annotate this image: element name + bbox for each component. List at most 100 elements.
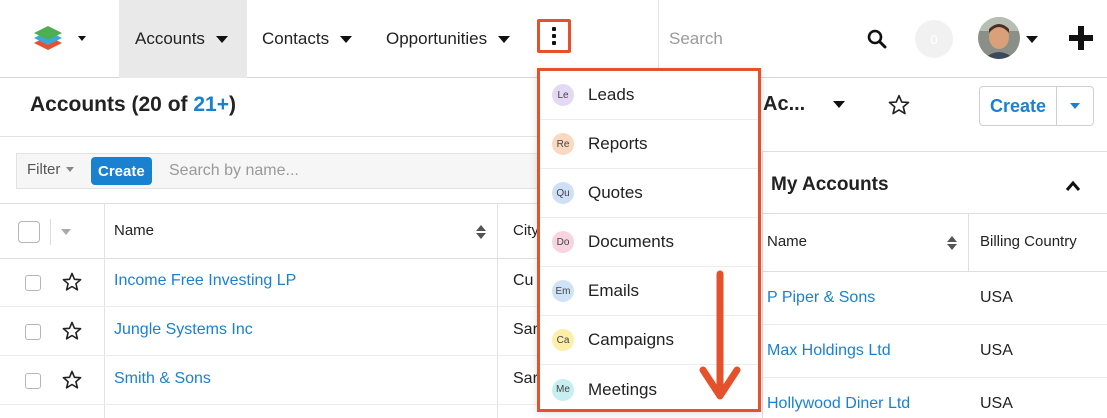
table-row: Jungle Systems Inc Sar [0,308,540,356]
global-search [658,0,904,78]
table-row: Hollywood Diner Ltd USA [763,378,1107,418]
dashboard-selector[interactable]: Ac... [763,93,846,116]
search-by-name-input[interactable] [169,158,489,184]
tab-contacts[interactable]: Contacts [262,0,353,78]
avatar-icon [978,17,1020,59]
record-count-link[interactable]: 21+ [193,93,229,116]
page-title-text: Accounts (20 of [30,93,194,116]
table-row: Smith & Sons Sar [0,357,540,405]
tab-opportunities[interactable]: Opportunities [386,0,511,78]
menu-item-label: Quotes [588,183,643,202]
chevron-up-icon[interactable] [1065,180,1081,192]
column-header-billing-country[interactable]: Billing Country [980,233,1077,250]
chevron-down-icon[interactable] [61,229,71,235]
dashlet-header: My Accounts [763,152,1107,214]
module-badge-emails: Em [552,280,574,302]
divider [968,214,969,272]
account-name-link[interactable]: P Piper & Sons [767,289,875,307]
tab-accounts[interactable]: Accounts [119,0,247,78]
kebab-dot [552,27,556,31]
tab-opportunities-label: Opportunities [386,29,488,48]
menu-item-label: Emails [588,281,640,300]
chevron-down-icon[interactable] [215,35,228,43]
table-row: P Piper & Sons USA [763,272,1107,325]
scroll-down-arrow-annotation [699,270,741,400]
billing-country: USA [980,289,1013,306]
menu-item-label: Campaigns [588,330,674,349]
sort-icon[interactable] [476,225,486,239]
my-accounts-dashlet: My Accounts Name Billing Country P Piper… [762,151,1107,418]
account-city: Sar [513,321,538,338]
star-icon[interactable] [62,321,82,341]
account-name-link[interactable]: Jungle Systems Inc [114,321,253,339]
filter-label: Filter [27,161,61,178]
account-city: Cu [513,272,534,289]
divider [50,219,51,245]
chevron-down-icon[interactable] [833,101,846,108]
favorite-star-icon[interactable] [888,94,910,116]
module-badge-documents: Do [552,231,574,253]
filter-button[interactable]: Filter [27,161,75,178]
module-badge-reports: Re [552,133,574,155]
module-badge-meetings: Me [552,378,574,401]
more-modules-button[interactable] [537,19,571,53]
menu-item-label: Meetings [588,379,657,399]
account-name-link[interactable]: Income Free Investing LP [114,272,296,290]
notifications-badge[interactable]: 0 [915,20,953,58]
column-header-name[interactable]: Name [114,222,154,239]
dashlet-table-header: Name Billing Country [763,214,1107,272]
select-all-checkbox[interactable] [18,221,40,243]
row-checkbox[interactable] [25,373,41,389]
tab-accounts-label: Accounts [135,29,205,48]
mass-select-control[interactable] [18,219,96,245]
list-header: Name City [0,203,540,259]
chevron-down-icon [66,167,75,172]
account-name-link[interactable]: Smith & Sons [114,370,211,388]
chevron-down-icon[interactable] [1026,36,1038,43]
chevron-down-icon[interactable] [340,35,353,43]
menu-item-reports[interactable]: Re Reports [540,120,758,169]
menu-item-leads[interactable]: Le Leads [540,71,758,120]
table-row: Income Free Investing LP Cu [0,259,540,307]
row-checkbox[interactable] [25,324,41,340]
account-name-link[interactable]: Max Holdings Ltd [767,342,891,360]
row-checkbox[interactable] [25,275,41,291]
star-icon[interactable] [62,370,82,390]
dashboard-title: Ac... [763,93,806,115]
chevron-down-icon[interactable] [498,35,511,43]
plus-icon[interactable] [1068,25,1094,51]
module-badge-quotes: Qu [552,182,574,204]
kebab-dot [552,41,556,45]
module-badge-leads: Le [552,84,574,106]
menu-item-quotes[interactable]: Qu Quotes [540,169,758,218]
account-name-link[interactable]: Hollywood Diner Ltd [767,395,910,413]
tab-contacts-label: Contacts [262,29,330,48]
table-row: Max Holdings Ltd USA [763,325,1107,378]
kebab-dot [552,34,556,38]
menu-item-label: Leads [588,85,635,104]
menu-item-label: Reports [588,134,648,153]
global-search-input[interactable] [669,24,849,54]
create-filter-button[interactable]: Create [91,157,152,185]
stacked-layers-logo[interactable] [30,22,94,56]
billing-country: USA [980,395,1013,412]
user-avatar[interactable] [978,17,1020,59]
search-icon[interactable] [867,29,887,49]
column-header-city[interactable]: City [513,222,539,239]
menu-item-documents[interactable]: Do Documents [540,218,758,267]
create-dropdown-toggle[interactable] [1057,87,1093,125]
menu-item-label: Documents [588,232,674,251]
billing-country: USA [980,342,1013,359]
star-icon[interactable] [62,272,82,292]
dashlet-title: My Accounts [771,174,889,195]
column-header-name[interactable]: Name [767,233,807,250]
logo-icon [34,26,86,50]
create-button[interactable]: Create [980,87,1057,125]
module-badge-campaigns: Ca [552,329,574,351]
create-dashboard-button: Create [979,86,1094,126]
page-title: Accounts (20 of 21+) [30,93,236,117]
top-navigation-bar: Accounts Contacts Opportunities 0 [0,0,1107,78]
chevron-down-icon [1070,103,1080,109]
page-title-suffix: ) [228,93,236,116]
sort-icon[interactable] [947,236,957,250]
